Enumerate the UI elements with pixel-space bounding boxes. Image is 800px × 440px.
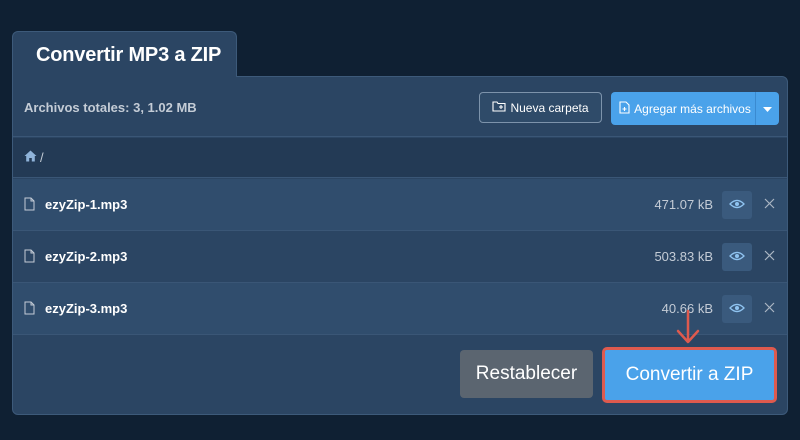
new-folder-label: Nueva carpeta (510, 100, 589, 115)
close-icon (764, 248, 775, 266)
file-size: 471.07 kB (654, 197, 713, 212)
tab-title: Convertir MP3 a ZIP (36, 44, 222, 66)
remove-file-button[interactable] (759, 195, 779, 215)
file-size: 503.83 kB (654, 249, 713, 264)
breadcrumb-path: / (40, 150, 44, 165)
remove-file-button[interactable] (759, 299, 779, 319)
add-files-main[interactable]: Agregar más archivos (611, 92, 755, 125)
tab-convert-mp3-zip[interactable]: Convertir MP3 a ZIP (12, 31, 237, 77)
add-files-dropdown[interactable] (755, 92, 779, 125)
file-name: ezyZip-1.mp3 (45, 197, 128, 212)
eye-icon (729, 300, 745, 318)
file-plus-icon (619, 100, 630, 117)
caret-down-icon (763, 102, 772, 116)
preview-button[interactable] (722, 295, 752, 323)
preview-button[interactable] (722, 191, 752, 219)
file-row: ezyZip-2.mp3 503.83 kB (13, 231, 787, 283)
file-icon (24, 249, 35, 268)
new-folder-button[interactable]: Nueva carpeta (479, 92, 602, 123)
eye-icon (729, 196, 745, 214)
breadcrumb: / (13, 138, 787, 178)
main-panel: Archivos totales: 3, 1.02 MB Nueva carpe… (12, 76, 788, 415)
folder-plus-icon (492, 100, 507, 115)
file-name: ezyZip-3.mp3 (45, 301, 128, 316)
toolbar: Archivos totales: 3, 1.02 MB Nueva carpe… (13, 77, 787, 137)
add-files-button[interactable]: Agregar más archivos (611, 92, 779, 125)
file-icon (24, 197, 35, 216)
close-icon (764, 196, 775, 214)
file-row: ezyZip-3.mp3 40.66 kB (13, 283, 787, 335)
arrow-down-icon (675, 309, 701, 350)
eye-icon (729, 248, 745, 266)
close-icon (764, 300, 775, 318)
add-files-label: Agregar más archivos (634, 101, 751, 116)
home-icon[interactable] (24, 150, 37, 165)
file-name: ezyZip-2.mp3 (45, 249, 128, 264)
convert-to-zip-button[interactable]: Convertir a ZIP (602, 347, 777, 403)
remove-file-button[interactable] (759, 247, 779, 267)
file-icon (24, 301, 35, 320)
preview-button[interactable] (722, 243, 752, 271)
file-row: ezyZip-1.mp3 471.07 kB (13, 179, 787, 231)
reset-button[interactable]: Restablecer (460, 350, 593, 398)
total-files-label: Archivos totales: 3, 1.02 MB (24, 100, 197, 115)
